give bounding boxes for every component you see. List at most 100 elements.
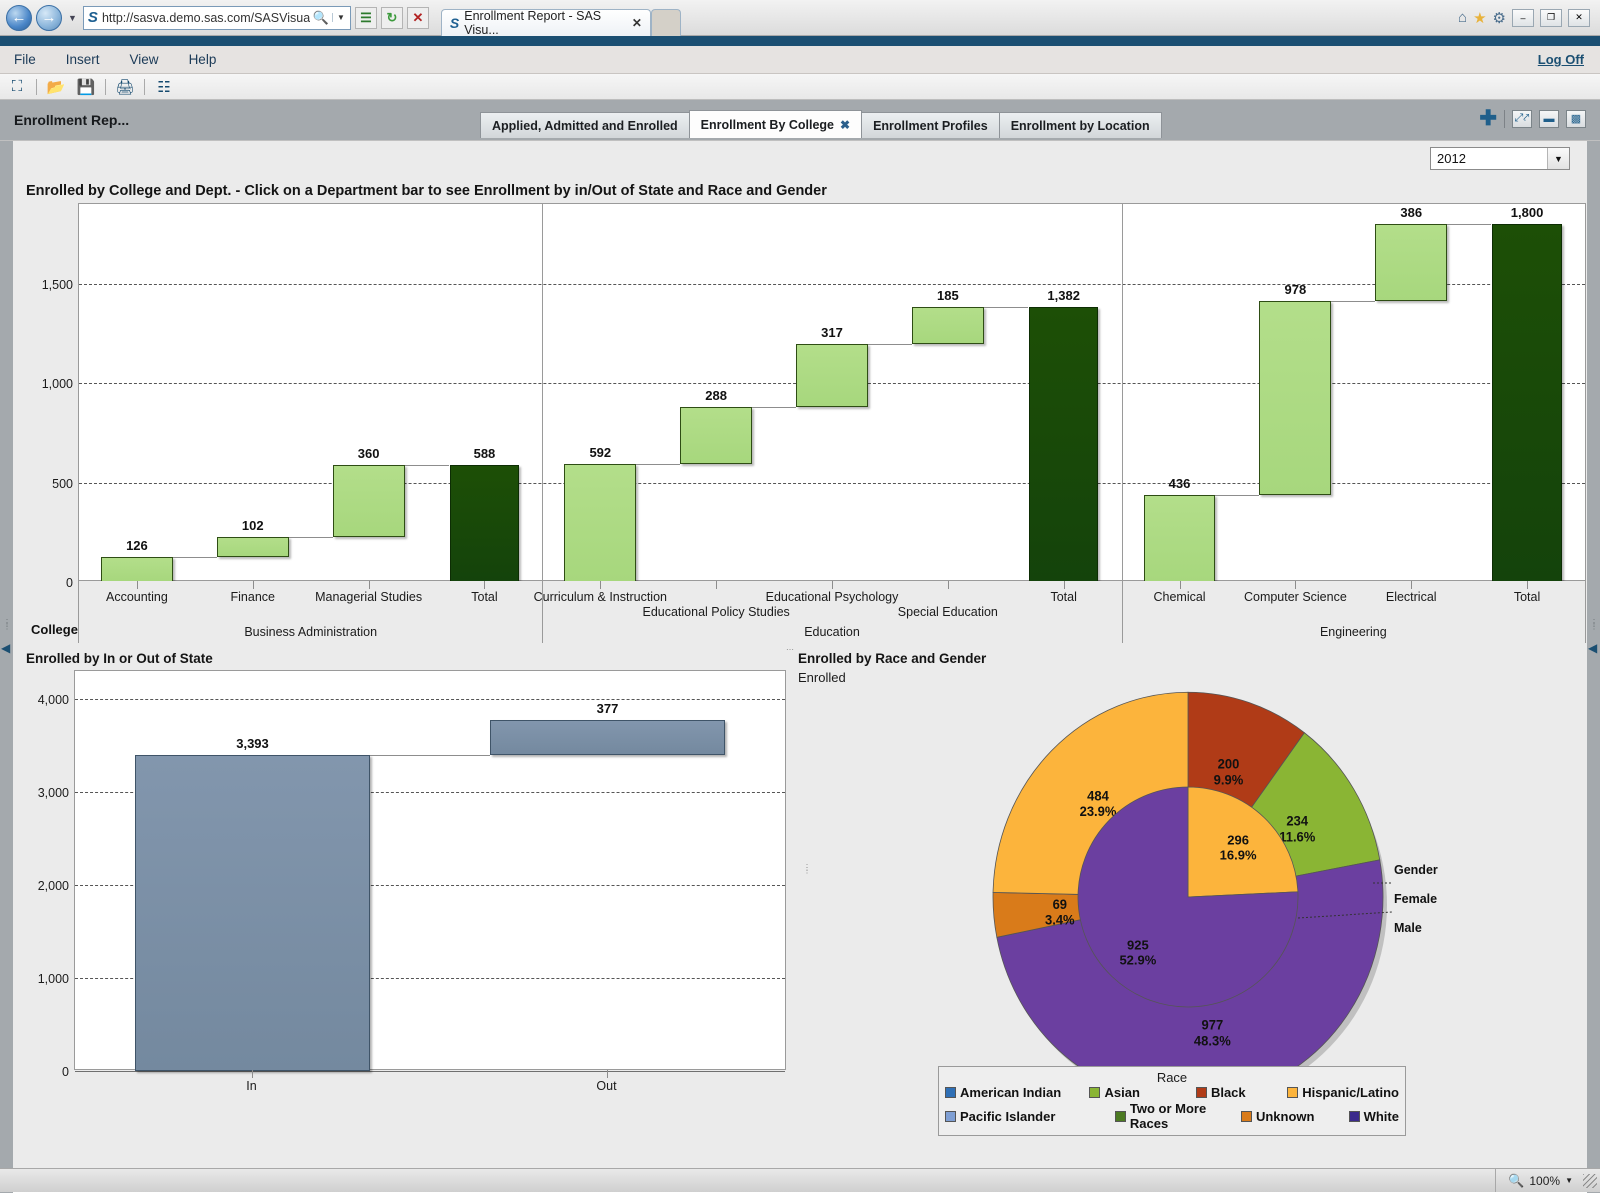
home-icon[interactable]: ⌂ [1458, 9, 1467, 26]
browser-tab-label: Enrollment Report - SAS Visu... [464, 8, 602, 37]
split-pane-icon[interactable]: ▩ [1566, 109, 1586, 128]
print-icon[interactable]: 🖨 [114, 78, 136, 96]
menu-item-help[interactable]: Help [189, 52, 217, 67]
chevron-down-icon[interactable]: ▼ [332, 13, 348, 22]
race-gender-chart[interactable]: Enrolled by Race and Gender Enrolled 200… [798, 651, 1578, 1136]
fullscreen-icon[interactable]: ⤢⤤ [1512, 109, 1532, 128]
zoom-control[interactable]: 🔍 100% ▼ [1495, 1169, 1583, 1192]
forward-arrow-icon[interactable]: → [36, 4, 62, 31]
tab-enrollment-profiles[interactable]: Enrollment Profiles [861, 112, 1000, 138]
stop-icon[interactable]: ✕ [406, 6, 429, 29]
tab-label: Enrollment by Location [1010, 118, 1150, 133]
close-button[interactable]: ✕ [1568, 8, 1590, 27]
rail-grip[interactable]: ⋮ ⋮ [3, 619, 11, 631]
log-off-link[interactable]: Log Off [1538, 52, 1584, 67]
axis-tick [947, 581, 949, 589]
in-out-bar[interactable] [135, 755, 370, 1071]
maximize-button[interactable]: ❐ [1540, 8, 1562, 27]
layout-icon[interactable]: ☷ [153, 78, 175, 96]
waterfall-bar[interactable] [1143, 495, 1216, 582]
waterfall-chart[interactable]: 0 500 1,000 1,500 126 102 360 588 592 288 317 185 1,… [26, 203, 1586, 654]
race-legend: Race American Indian Asian Black Hispanic/L… [938, 1066, 1406, 1136]
zoom-icon[interactable]: 🔍 [1508, 1173, 1524, 1189]
bar-value-label: 185 [936, 288, 959, 304]
resize-handle-horizontal[interactable]: ⋯ [786, 645, 796, 654]
waterfall-connector [636, 464, 681, 466]
bottom-panels: Enrolled by In or Out of State 0 1,000 2,0… [0, 651, 1600, 1136]
waterfall-bar[interactable] [564, 464, 637, 582]
waterfall-bar[interactable] [1259, 300, 1332, 496]
tab-enrollment-by-college[interactable]: Enrollment By College ✖ [688, 110, 863, 138]
favorites-icon[interactable]: ★ [1473, 9, 1486, 27]
menu-item-view[interactable]: View [130, 52, 159, 67]
new-tab-button[interactable] [650, 8, 681, 36]
x-axis-category-label: Total [1513, 590, 1541, 604]
toolbar-divider [144, 78, 145, 95]
waterfall-total-bar[interactable] [1028, 307, 1099, 582]
close-icon[interactable]: ✖ [840, 118, 850, 132]
rail-grip[interactable]: ⋮ ⋮ [1590, 619, 1598, 631]
in-out-bar[interactable] [490, 720, 725, 756]
legend-item[interactable]: American Indian [945, 1085, 1089, 1100]
add-icon[interactable]: ✚ [1479, 108, 1497, 129]
legend-label: Asian [1104, 1085, 1140, 1100]
back-arrow-icon[interactable]: ← [6, 4, 32, 31]
minimize-button[interactable]: – [1512, 8, 1534, 27]
new-report-icon[interactable]: ⛶ [6, 78, 28, 95]
waterfall-total-bar[interactable] [449, 465, 520, 582]
x-axis-category-label: Chemical [1153, 590, 1206, 604]
year-dropdown[interactable]: 2012 ▼ [1430, 147, 1570, 170]
history-dropdown-icon[interactable]: ▼ [68, 13, 77, 23]
donut-pie-svg[interactable]: 200 9.9%234 11.6%977 48.3%69 3.4%484 23.9%296… [798, 685, 1578, 1106]
waterfall-bar[interactable] [1375, 223, 1448, 301]
waterfall-bar[interactable] [680, 406, 753, 465]
legend-item[interactable]: Unknown [1240, 1101, 1349, 1131]
address-bar[interactable]: S http://sasva.demo.sas.com/SASVisualAna… [82, 5, 351, 30]
browser-tab[interactable]: S Enrollment Report - SAS Visu... ✕ [440, 8, 651, 37]
waterfall-bar[interactable] [911, 307, 984, 344]
group-separator [542, 204, 544, 642]
save-icon[interactable]: 💾 [75, 78, 97, 96]
ring-label-gender: Gender [1394, 863, 1438, 877]
x-axis-category-label: Finance [230, 590, 276, 604]
resize-grip[interactable] [1583, 1173, 1597, 1188]
refresh-icon[interactable]: ↻ [380, 6, 403, 29]
search-icon[interactable]: 🔍 [310, 10, 332, 26]
x-axis-category-label: In [246, 1079, 257, 1093]
bar-value-label: 102 [241, 517, 264, 533]
legend-item[interactable]: Hispanic/Latino [1287, 1085, 1399, 1100]
axis-tick [1295, 581, 1297, 589]
waterfall-bar[interactable] [332, 465, 405, 537]
legend-item[interactable]: Black [1195, 1085, 1287, 1100]
chevron-down-icon[interactable]: ▼ [1565, 1176, 1573, 1185]
legend-item[interactable]: White [1348, 1101, 1399, 1131]
axis-tick [1527, 581, 1529, 589]
close-icon[interactable]: ✕ [632, 16, 642, 30]
rss-icon[interactable]: ☰ [354, 6, 377, 29]
axis-tick [1063, 581, 1065, 589]
chevron-down-icon[interactable]: ▼ [1547, 148, 1569, 169]
legend-item[interactable]: Pacific Islander [945, 1101, 1115, 1131]
tab-enrollment-by-location[interactable]: Enrollment by Location [998, 112, 1162, 138]
open-icon[interactable]: 📂 [45, 78, 67, 96]
in-out-plot-area[interactable]: 0 1,000 2,000 3,000 4,000 3,393 377 [38, 670, 786, 1079]
legend-item[interactable]: Asian [1089, 1085, 1195, 1100]
single-pane-icon[interactable]: ▬ [1539, 109, 1559, 128]
waterfall-bar[interactable] [216, 536, 289, 557]
menu-item-insert[interactable]: Insert [66, 52, 100, 67]
y-axis-tick-label: 500 [52, 476, 73, 491]
pie-plot-area[interactable]: 200 9.9% 234 11.6% 977 48.3% 69 3.4% 484 23.9% 296… [798, 685, 1578, 1115]
legend-item[interactable]: Two or More Races [1115, 1101, 1241, 1131]
in-out-of-state-chart[interactable]: Enrolled by In or Out of State 0 1,000 2,0… [26, 651, 811, 1121]
tab-applied-admitted-enrolled[interactable]: Applied, Admitted and Enrolled [480, 112, 690, 138]
waterfall-bar[interactable] [796, 343, 868, 407]
menu-item-file[interactable]: File [14, 52, 36, 67]
x-axis-group-label: Engineering [1319, 625, 1387, 639]
waterfall-bar[interactable] [101, 556, 173, 582]
waterfall-total-bar[interactable] [1492, 223, 1562, 582]
toolbar-divider [105, 78, 106, 95]
waterfall-plot-area[interactable]: 0 500 1,000 1,500 126 102 360 588 592 288 317 185 1,… [42, 203, 1586, 642]
legend-label: Unknown [1255, 1108, 1315, 1124]
tools-icon[interactable]: ⚙ [1493, 9, 1506, 27]
waterfall-connector [1331, 300, 1376, 302]
